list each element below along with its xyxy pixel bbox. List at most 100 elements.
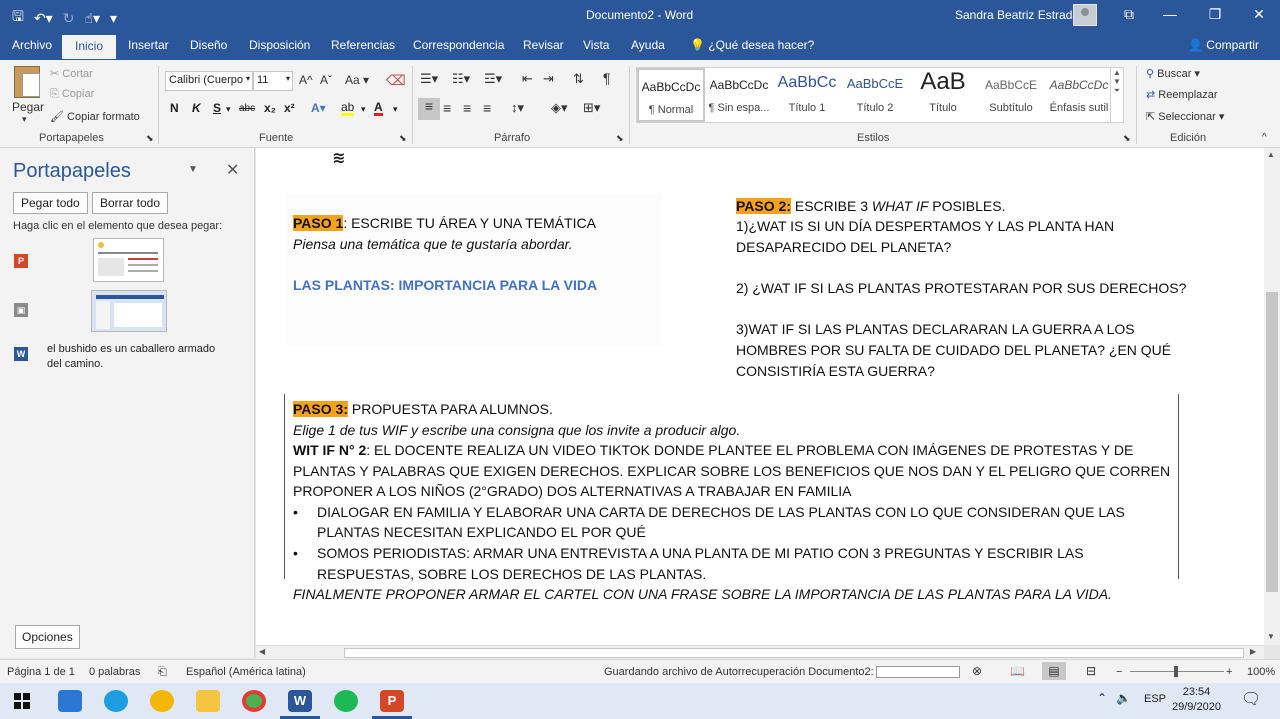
- user-name[interactable]: Sandra Beatriz Estrada: [955, 8, 1079, 22]
- word-count[interactable]: 0 palabras: [89, 666, 140, 678]
- shrink-font-button[interactable]: Aˇ: [320, 73, 332, 87]
- numbering-icon[interactable]: ☷▾: [452, 71, 470, 87]
- multilevel-list-icon[interactable]: ☲▾: [484, 71, 502, 87]
- format-painter-button[interactable]: 🖌 Copiar formato: [50, 110, 140, 123]
- chrome-icon[interactable]: [242, 690, 266, 712]
- grow-font-button[interactable]: A^: [299, 73, 313, 87]
- cancel-autosave-icon[interactable]: ⊗: [972, 664, 982, 678]
- document-page[interactable]: ≋ PASO 1: ESCRIBE TU ÁREA Y UNA TEMÁTICA…: [256, 148, 1264, 645]
- justify-icon[interactable]: ≡: [483, 100, 491, 116]
- strikethrough-button[interactable]: abc: [239, 103, 255, 114]
- volume-icon[interactable]: 🔈: [1116, 691, 1131, 705]
- tell-me-search[interactable]: 💡 ¿Qué desea hacer?: [690, 38, 814, 52]
- chevron-down-icon[interactable]: ▾: [226, 104, 231, 115]
- vertical-scrollbar[interactable]: ▲ ▼: [1264, 148, 1280, 645]
- undo-icon[interactable]: ↶▾: [34, 10, 53, 27]
- tab-inicio[interactable]: Inicio: [62, 35, 117, 59]
- bullets-icon[interactable]: ☰▾: [420, 71, 438, 87]
- notifications-icon[interactable]: 🗨: [1241, 689, 1261, 709]
- minimize-icon[interactable]: —: [1160, 6, 1180, 22]
- style-heading-1[interactable]: AaBbCc Título 1: [773, 68, 841, 122]
- cut-button[interactable]: ✂ Cortar: [50, 67, 93, 80]
- clip-item-text[interactable]: el bushido es un caballero armado del ca…: [47, 342, 227, 372]
- styles-scroll[interactable]: ▲ ▼ ⏷: [1110, 67, 1124, 123]
- chevron-down-icon[interactable]: ▾: [393, 104, 398, 115]
- align-center-icon[interactable]: ≡: [443, 100, 451, 116]
- highlight-icon[interactable]: ab: [341, 101, 355, 116]
- share-button[interactable]: 👤 Compartir: [1188, 38, 1259, 52]
- restore-icon[interactable]: ❐: [1205, 6, 1225, 23]
- style-subtitle[interactable]: AaBbCcE Subtítulo: [977, 68, 1045, 122]
- scroll-up-icon[interactable]: ▲: [1267, 150, 1275, 159]
- style-title[interactable]: AaB Título: [909, 68, 977, 122]
- customize-icon[interactable]: ▾: [110, 10, 117, 27]
- page-count[interactable]: Página 1 de 1: [7, 666, 75, 678]
- align-left-icon[interactable]: ≡: [418, 98, 440, 120]
- clear-formatting-icon[interactable]: ⌫: [386, 72, 406, 89]
- replace-button[interactable]: ⇄ Reemplazar: [1146, 88, 1218, 101]
- collapse-ribbon-icon[interactable]: ^: [1262, 132, 1267, 143]
- redo-icon[interactable]: ↻: [63, 10, 75, 27]
- file-explorer-icon[interactable]: [196, 690, 220, 712]
- tab-disposicion[interactable]: Disposición: [249, 38, 310, 52]
- paste-dropdown-icon[interactable]: ▾: [22, 114, 27, 125]
- web-layout-icon[interactable]: ⊟: [1086, 664, 1096, 678]
- subscript-button[interactable]: x₂: [264, 101, 276, 115]
- paste-button[interactable]: Pegar: [12, 100, 44, 114]
- text-effects-icon[interactable]: A▾: [311, 101, 326, 115]
- borders-icon[interactable]: ⊞▾: [583, 100, 600, 116]
- word-icon[interactable]: W: [288, 690, 312, 712]
- scroll-left-icon[interactable]: ◀: [259, 647, 265, 656]
- styles-launcher-icon[interactable]: ⬊: [1123, 133, 1131, 144]
- zoom-out-icon[interactable]: −: [1116, 666, 1122, 678]
- tab-ayuda[interactable]: Ayuda: [631, 38, 665, 52]
- zoom-slider-thumb[interactable]: [1174, 666, 1178, 677]
- show-formatting-icon[interactable]: ¶: [603, 70, 611, 86]
- ribbon-display-options-icon[interactable]: ⧉: [1119, 6, 1139, 23]
- close-icon[interactable]: ✕: [1249, 6, 1269, 23]
- copy-button[interactable]: ⎘ Copiar: [50, 88, 94, 101]
- clipboard-launcher-icon[interactable]: ⬊: [146, 133, 154, 144]
- read-mode-icon[interactable]: 📖: [1010, 664, 1025, 678]
- clip-item-screenshot[interactable]: [91, 290, 167, 332]
- horizontal-scrollbar[interactable]: ◀ ▶: [256, 645, 1264, 659]
- change-case-button[interactable]: Aa ▾: [345, 73, 369, 87]
- paragraph-launcher-icon[interactable]: ⬊: [616, 133, 624, 144]
- avatar[interactable]: [1073, 4, 1097, 26]
- scroll-right-icon[interactable]: ▶: [1250, 647, 1256, 656]
- spotify-icon[interactable]: [334, 690, 358, 712]
- proofing-icon[interactable]: ⎗: [158, 666, 167, 679]
- edge-icon[interactable]: [104, 690, 128, 712]
- font-size-combo[interactable]: 11 ▾: [253, 71, 293, 91]
- start-icon[interactable]: [14, 693, 30, 709]
- font-launcher-icon[interactable]: ⬊: [399, 133, 407, 144]
- font-color-icon[interactable]: A: [374, 101, 383, 116]
- clip-item-thumbnail[interactable]: [93, 238, 164, 282]
- tab-correspondencia[interactable]: Correspondencia: [413, 38, 504, 52]
- scroll-down-icon[interactable]: ▼: [1267, 632, 1275, 641]
- tab-insertar[interactable]: Insertar: [128, 38, 169, 52]
- bold-button[interactable]: N: [170, 101, 179, 115]
- superscript-button[interactable]: x²: [284, 101, 295, 115]
- norton-icon[interactable]: [150, 690, 174, 712]
- tab-vista[interactable]: Vista: [583, 38, 609, 52]
- style-normal[interactable]: AaBbCcDc ¶ Normal: [637, 68, 705, 122]
- shading-icon[interactable]: ◈▾: [551, 100, 568, 116]
- language-status[interactable]: Español (América latina): [186, 666, 306, 678]
- italic-button[interactable]: K: [192, 101, 201, 115]
- sort-icon[interactable]: ⇅: [573, 71, 584, 87]
- tab-referencias[interactable]: Referencias: [331, 38, 395, 52]
- select-button[interactable]: ⇱ Seleccionar ▾: [1146, 110, 1224, 123]
- increase-indent-icon[interactable]: ⇥: [543, 71, 554, 87]
- style-subtle-emphasis[interactable]: AaBbCcDc Énfasis sutil: [1045, 68, 1113, 122]
- style-heading-2[interactable]: AaBbCcE Título 2: [841, 68, 909, 122]
- chevron-down-icon[interactable]: ▾: [361, 104, 366, 115]
- font-name-combo[interactable]: Calibri (Cuerpo ▾: [165, 71, 253, 91]
- paste-icon[interactable]: [14, 66, 40, 98]
- scroll-thumb[interactable]: [344, 648, 1244, 658]
- clock[interactable]: 23:54 29/9/2020: [1172, 685, 1221, 715]
- style-no-spacing[interactable]: AaBbCcDc ¶ Sin espa...: [705, 68, 773, 122]
- clear-all-button[interactable]: Borrar todo: [92, 192, 169, 214]
- tab-diseno[interactable]: Diseño: [190, 38, 227, 52]
- powerpoint-icon[interactable]: P: [380, 690, 404, 712]
